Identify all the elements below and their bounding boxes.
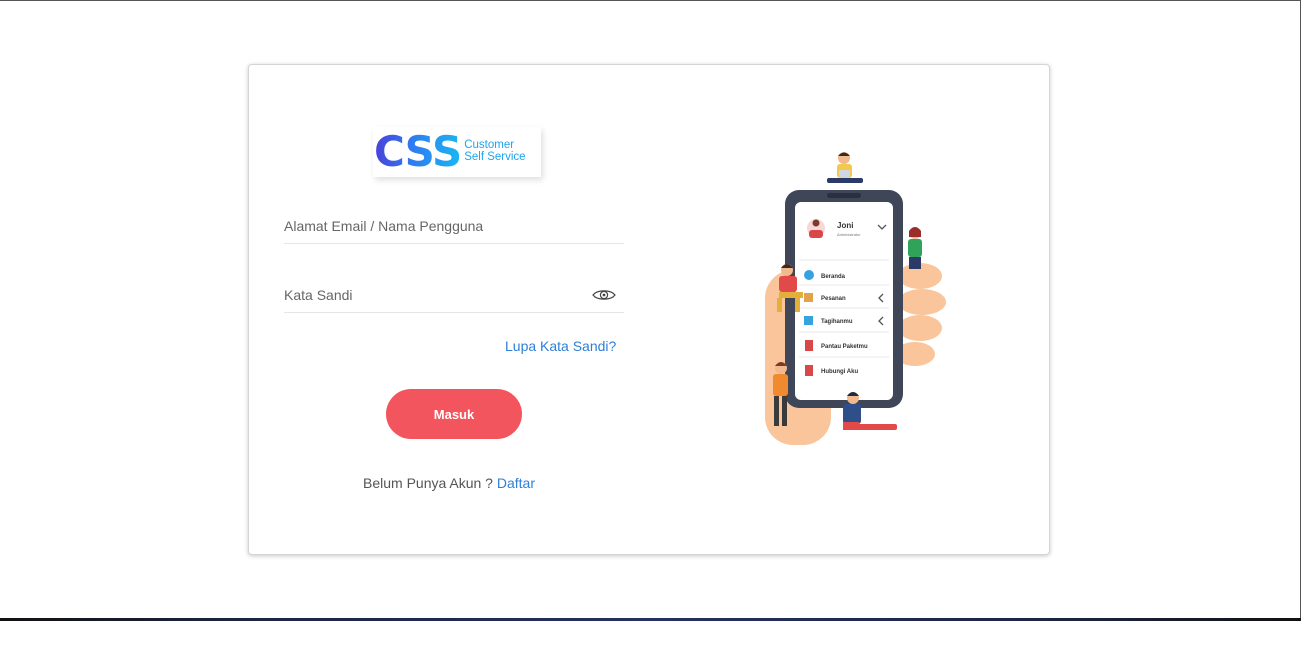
- tracking-icon: [805, 340, 813, 351]
- logo-tagline-line1: Customer: [464, 138, 515, 151]
- hand-finger: [898, 289, 946, 315]
- email-input[interactable]: [284, 208, 624, 243]
- eye-icon[interactable]: [592, 288, 616, 302]
- home-icon: [804, 270, 814, 280]
- register-link[interactable]: Daftar: [497, 475, 535, 491]
- brand-logo: CSS Customer Self Service: [373, 127, 541, 177]
- logo-tagline: Customer Self Service: [464, 139, 525, 163]
- logo-tagline-line2: Self Service: [464, 150, 526, 163]
- menu-item-pantau-paketmu: Pantau Paketmu: [821, 344, 868, 350]
- person-right: [908, 227, 922, 269]
- forgot-password-link[interactable]: Lupa Kata Sandi?: [505, 338, 616, 354]
- menu-item-hubungi-aku: Hubungi Aku: [821, 369, 858, 375]
- bill-icon: [804, 316, 813, 325]
- phone-speaker: [827, 193, 861, 198]
- hand-finger: [898, 315, 942, 341]
- taskbar-strip: [0, 618, 1301, 621]
- window-border-top: [0, 0, 1301, 1]
- login-card: CSS Customer Self Service Lupa Kata Sand…: [248, 64, 1050, 555]
- contact-icon: [805, 365, 813, 376]
- login-button[interactable]: Masuk: [386, 389, 522, 439]
- password-field: [284, 277, 624, 313]
- person-top: [827, 152, 863, 183]
- menu-item-pesanan: Pesanan: [821, 296, 846, 302]
- profile-role: Administrator: [837, 232, 861, 237]
- menu-item-beranda: Beranda: [821, 274, 846, 280]
- email-field: [284, 208, 624, 244]
- phone-illustration: Joni Administrator Beranda Pesanan Tagih…: [765, 152, 946, 445]
- register-prompt-text: Belum Punya Akun ?: [363, 475, 493, 491]
- password-input[interactable]: [284, 277, 624, 312]
- menu-item-tagihanmu: Tagihanmu: [821, 319, 853, 325]
- box-icon: [804, 293, 813, 302]
- logo-mark: CSS: [374, 127, 462, 176]
- profile-name: Joni: [837, 221, 853, 230]
- register-prompt: Belum Punya Akun ? Daftar: [363, 475, 535, 491]
